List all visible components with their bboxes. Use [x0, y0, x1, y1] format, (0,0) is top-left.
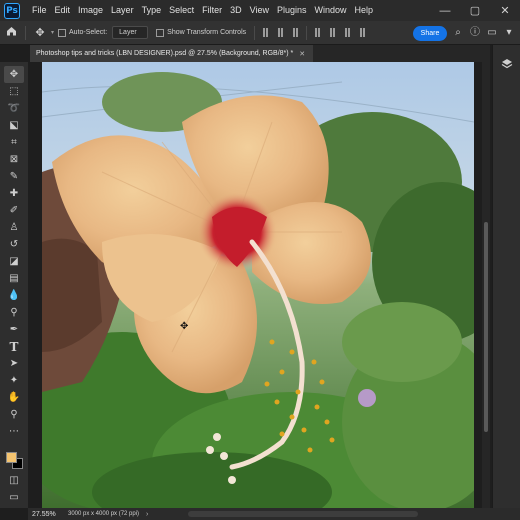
screen-mode-icon[interactable]: ▭ — [4, 489, 24, 506]
vertical-scrollbar[interactable] — [482, 62, 490, 508]
app-logo: Ps — [4, 2, 20, 19]
show-transform-checkbox[interactable] — [156, 28, 165, 37]
lasso-tool[interactable]: ➰ — [4, 100, 24, 117]
pen-tool[interactable]: ✒ — [4, 321, 24, 338]
menu-view[interactable]: View — [246, 0, 273, 21]
document-canvas[interactable]: ✥ — [42, 62, 474, 508]
divider — [306, 25, 308, 40]
move-icon[interactable]: ✥ — [29, 26, 51, 39]
minimize-button[interactable]: — — [430, 0, 460, 21]
tool-preset-chevron-icon[interactable]: ▾ — [51, 29, 54, 36]
menu-image[interactable]: Image — [74, 0, 107, 21]
move-tool[interactable]: ✥ — [4, 66, 24, 83]
move-cursor-icon: ✥ — [180, 321, 189, 332]
zoom-level[interactable]: 27.55% — [28, 511, 68, 518]
align-top-icon[interactable] — [315, 28, 321, 37]
show-transform-label: Show Transform Controls — [167, 29, 247, 36]
history-brush-tool[interactable]: ↺ — [4, 236, 24, 253]
document-info[interactable]: 3000 px x 4000 px (72 ppi) — [68, 511, 146, 517]
align-right-icon[interactable] — [293, 28, 299, 37]
object-select-tool[interactable]: ⬕ — [4, 117, 24, 134]
main-menu: File Edit Image Layer Type Select Filter… — [28, 0, 377, 21]
type-tool[interactable]: T — [4, 338, 24, 355]
crop-tool[interactable]: ⌗ — [4, 134, 24, 151]
artboard-tool[interactable]: ⬚ — [4, 83, 24, 100]
align-bottom-icon[interactable] — [345, 28, 351, 37]
align-left-icon[interactable] — [263, 28, 269, 37]
menu-filter[interactable]: Filter — [198, 0, 226, 21]
blur-tool[interactable]: 💧 — [4, 287, 24, 304]
clone-stamp-tool[interactable]: ♙ — [4, 219, 24, 236]
options-right-icons: ⌕ ⓘ ▭ ▾ — [452, 26, 515, 40]
document-tab[interactable]: Photoshop tips and tricks (LBN DESIGNER)… — [30, 45, 314, 62]
eyedropper-tool[interactable]: ✎ — [4, 168, 24, 185]
divider — [254, 25, 256, 40]
menu-edit[interactable]: Edit — [51, 0, 75, 21]
color-swatches — [2, 444, 26, 472]
photoshop-window: Ps File Edit Image Layer Type Select Fil… — [0, 0, 520, 520]
frame-tool[interactable]: ⊠ — [4, 151, 24, 168]
auto-select-checkbox[interactable] — [58, 28, 67, 37]
more-tools[interactable]: ⋯ — [4, 423, 24, 440]
divider — [25, 25, 26, 40]
document-title: Photoshop tips and tricks (LBN DESIGNER)… — [36, 50, 294, 57]
menu-bar: Ps File Edit Image Layer Type Select Fil… — [0, 0, 520, 21]
foreground-color-swatch[interactable] — [6, 452, 17, 463]
distribute-icon[interactable] — [360, 28, 366, 37]
align-middle-icon[interactable] — [330, 28, 336, 37]
path-select-tool[interactable]: ➤ — [4, 355, 24, 372]
auto-select-target-value: Layer — [119, 29, 137, 36]
auto-select-target-dropdown[interactable]: Layer — [112, 26, 149, 39]
chevron-down-icon[interactable]: ▾ — [503, 26, 515, 40]
menu-window[interactable]: Window — [311, 0, 351, 21]
share-button[interactable]: Share — [413, 26, 447, 41]
status-bar: 27.55% 3000 px x 4000 px (72 ppi) › — [28, 508, 520, 520]
menu-select[interactable]: Select — [165, 0, 198, 21]
hand-tool[interactable]: ✋ — [4, 389, 24, 406]
menu-3d[interactable]: 3D — [226, 0, 246, 21]
menu-help[interactable]: Help — [351, 0, 378, 21]
restore-button[interactable]: ▢ — [460, 0, 490, 21]
gradient-tool[interactable]: ▤ — [4, 270, 24, 287]
zoom-tool[interactable]: ⚲ — [4, 406, 24, 423]
home-icon[interactable] — [0, 26, 22, 39]
options-bar: ✥ ▾ Auto-Select: Layer Show Transform Co… — [0, 21, 520, 45]
quick-mask-icon[interactable]: ◫ — [4, 472, 24, 489]
help-icon[interactable]: ⓘ — [469, 26, 481, 40]
layers-icon[interactable] — [498, 55, 516, 73]
eraser-tool[interactable]: ◪ — [4, 253, 24, 270]
search-icon[interactable]: ⌕ — [452, 26, 464, 40]
hibiscus-photo — [42, 62, 474, 508]
canvas-area: ✥ — [30, 62, 482, 508]
healing-brush-tool[interactable]: ✚ — [4, 185, 24, 202]
horizontal-scrollbar[interactable] — [188, 511, 418, 517]
auto-select-label: Auto-Select: — [69, 29, 108, 36]
close-window-button[interactable]: ✕ — [490, 0, 520, 21]
close-icon[interactable]: ✕ — [299, 50, 305, 58]
dodge-tool[interactable]: ⚲ — [4, 304, 24, 321]
menu-plugins[interactable]: Plugins — [273, 0, 311, 21]
window-controls: — ▢ ✕ — [430, 0, 520, 21]
status-chevron-icon[interactable]: › — [146, 511, 148, 518]
brush-tool[interactable]: ✐ — [4, 202, 24, 219]
align-center-icon[interactable] — [278, 28, 284, 37]
rectangle-tool[interactable]: ✦ — [4, 372, 24, 389]
vertical-scroll-thumb[interactable] — [484, 222, 488, 432]
menu-file[interactable]: File — [28, 0, 51, 21]
document-tab-bar: Photoshop tips and tricks (LBN DESIGNER)… — [30, 45, 490, 62]
right-panel-dock — [492, 45, 520, 508]
workspace-icon[interactable]: ▭ — [486, 26, 498, 40]
menu-layer[interactable]: Layer — [107, 0, 138, 21]
menu-type[interactable]: Type — [138, 0, 166, 21]
tools-panel: ✥ ⬚ ➰ ⬕ ⌗ ⊠ ✎ ✚ ✐ ♙ ↺ ◪ ▤ 💧 ⚲ ✒ T ➤ ✦ ✋ … — [0, 62, 28, 508]
